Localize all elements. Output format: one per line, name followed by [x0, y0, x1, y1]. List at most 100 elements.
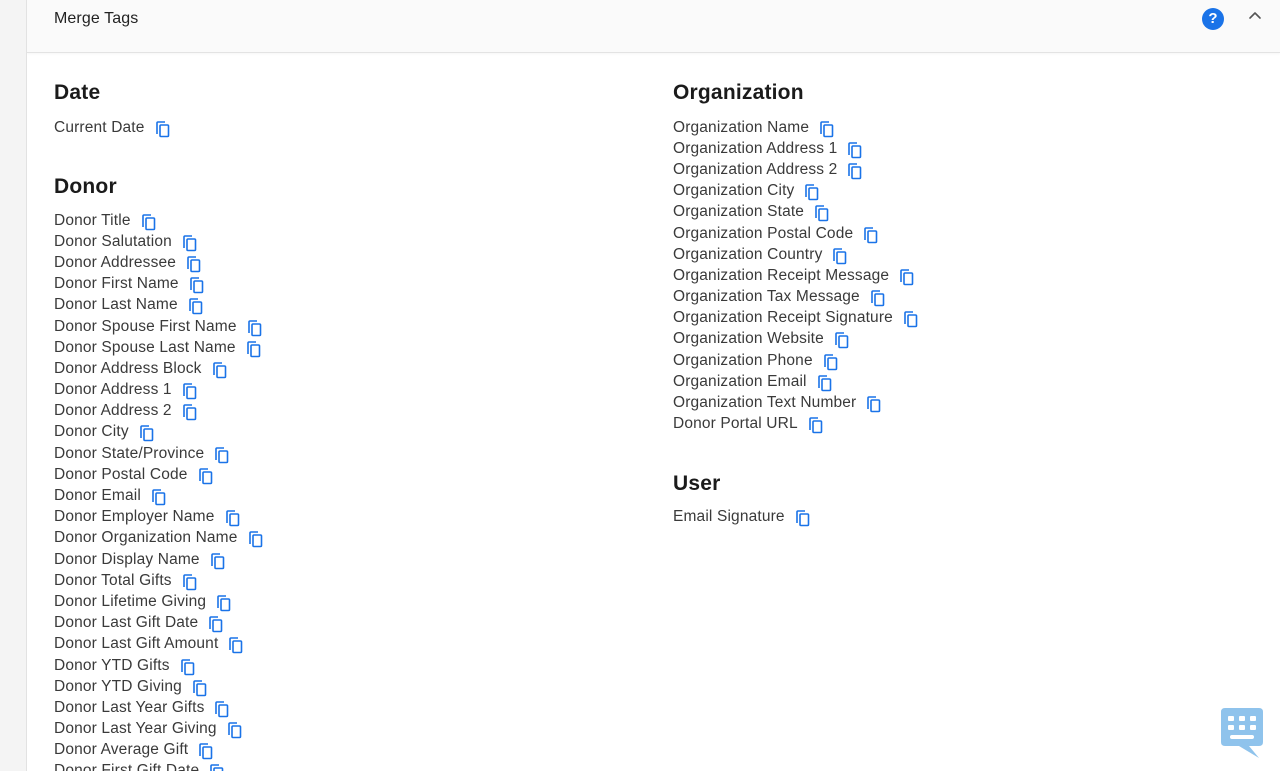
merge-tag-item: Current Date — [54, 117, 170, 138]
merge-tag-item: Donor YTD Gifts — [54, 655, 263, 676]
copy-icon[interactable] — [213, 700, 229, 718]
copy-icon[interactable] — [226, 721, 242, 739]
merge-tag-item: Donor Display Name — [54, 549, 263, 570]
copy-icon[interactable] — [869, 289, 885, 307]
copy-icon[interactable] — [898, 268, 914, 286]
copy-icon[interactable] — [807, 416, 823, 434]
copy-icon[interactable] — [227, 636, 243, 654]
panel-title: Merge Tags — [54, 10, 139, 27]
merge-tag-label: Organization Receipt Message — [673, 266, 890, 284]
question-circle-icon: ? — [1208, 10, 1218, 27]
copy-icon[interactable] — [181, 573, 197, 591]
merge-tag-item: Donor Address 2 — [54, 401, 263, 422]
section-heading-organization: Organization — [673, 81, 804, 104]
copy-icon[interactable] — [794, 509, 810, 527]
copy-icon[interactable] — [154, 120, 170, 138]
copy-icon[interactable] — [833, 331, 849, 349]
merge-tag-item: Donor Address 1 — [54, 380, 263, 401]
merge-tag-label: Donor YTD Giving — [54, 677, 182, 695]
merge-tag-label: Organization Website — [673, 330, 824, 348]
copy-icon[interactable] — [197, 467, 213, 485]
merge-tag-label: Donor YTD Gifts — [54, 656, 170, 674]
section-heading-user: User — [673, 472, 721, 495]
merge-tag-label: Donor Organization Name — [54, 529, 238, 547]
merge-tag-label: Donor Last Year Gifts — [54, 698, 205, 716]
copy-icon[interactable] — [224, 509, 240, 527]
collapse-button[interactable] — [1246, 7, 1264, 23]
copy-icon[interactable] — [846, 162, 862, 180]
merge-tag-label: Organization Phone — [673, 351, 813, 369]
copy-icon[interactable] — [816, 374, 832, 392]
merge-tag-item: Donor Last Year Gifts — [54, 697, 263, 718]
merge-tag-item: Donor Address Block — [54, 358, 263, 379]
merge-tag-item: Organization Phone — [673, 350, 918, 371]
copy-icon[interactable] — [209, 552, 225, 570]
merge-tag-item: Donor Spouse First Name — [54, 316, 263, 337]
copy-icon[interactable] — [822, 353, 838, 371]
copy-icon[interactable] — [138, 424, 154, 442]
merge-tag-label: Organization Country — [673, 245, 823, 263]
copy-icon[interactable] — [208, 763, 224, 771]
copy-icon[interactable] — [213, 446, 229, 464]
merge-tag-label: Donor Last Gift Date — [54, 614, 199, 632]
copy-icon[interactable] — [140, 213, 156, 231]
merge-tag-label: Organization State — [673, 203, 805, 221]
merge-tag-label: Donor Addressee — [54, 253, 177, 271]
merge-tag-item: Donor First Gift Date — [54, 761, 263, 771]
merge-tag-item: Donor Last Gift Amount — [54, 634, 263, 655]
copy-icon[interactable] — [245, 340, 261, 358]
merge-tag-label: Donor Display Name — [54, 550, 200, 568]
copy-icon[interactable] — [181, 403, 197, 421]
merge-tag-label: Organization Name — [673, 118, 810, 136]
copy-icon[interactable] — [902, 310, 918, 328]
copy-icon[interactable] — [246, 319, 262, 337]
merge-tag-item: Donor YTD Giving — [54, 676, 263, 697]
copy-icon[interactable] — [181, 382, 197, 400]
merge-tag-label: Organization Address 2 — [673, 160, 838, 178]
copy-icon[interactable] — [179, 658, 195, 676]
copy-icon[interactable] — [197, 742, 213, 760]
copy-icon[interactable] — [150, 488, 166, 506]
copy-icon[interactable] — [818, 120, 834, 138]
copy-icon[interactable] — [831, 247, 847, 265]
copy-icon[interactable] — [247, 530, 263, 548]
merge-tag-item: Organization City — [673, 181, 918, 202]
copy-icon[interactable] — [207, 615, 223, 633]
merge-tag-item: Organization Email — [673, 371, 918, 392]
merge-tag-label: Donor Spouse Last Name — [54, 338, 236, 356]
organization-tag-list: Organization Name Organization Address 1 O… — [673, 117, 918, 435]
section-heading-date: Date — [54, 81, 101, 104]
section-heading-donor: Donor — [54, 175, 117, 198]
panel-header[interactable]: Merge Tags ? — [27, 0, 1280, 53]
merge-tag-item: Organization Country — [673, 244, 918, 265]
merge-tag-item: Donor Salutation — [54, 231, 263, 252]
merge-tag-label: Donor Title — [54, 211, 131, 229]
copy-icon[interactable] — [185, 255, 201, 273]
merge-tag-item: Organization State — [673, 202, 918, 223]
copy-icon[interactable] — [188, 276, 204, 294]
merge-tag-label: Donor Last Name — [54, 296, 178, 314]
date-tag-list: Current Date — [54, 117, 170, 138]
copy-icon[interactable] — [862, 226, 878, 244]
copy-icon[interactable] — [865, 395, 881, 413]
merge-tag-label: Donor Postal Code — [54, 465, 188, 483]
chat-bubble-icon — [1221, 708, 1263, 758]
copy-icon[interactable] — [813, 204, 829, 222]
merge-tag-item: Organization Postal Code — [673, 223, 918, 244]
merge-tag-item: Donor Lifetime Giving — [54, 591, 263, 612]
copy-icon[interactable] — [211, 361, 227, 379]
merge-tag-item: Donor State/Province — [54, 443, 263, 464]
merge-tag-item: Organization Website — [673, 329, 918, 350]
merge-tag-label: Donor First Gift Date — [54, 762, 200, 771]
copy-icon[interactable] — [215, 594, 231, 612]
chat-widget-button[interactable] — [1219, 706, 1265, 762]
merge-tag-item: Organization Text Number — [673, 392, 918, 413]
copy-icon[interactable] — [181, 234, 197, 252]
help-button[interactable]: ? — [1202, 8, 1224, 30]
copy-icon[interactable] — [846, 141, 862, 159]
merge-tag-item: Donor Last Year Giving — [54, 719, 263, 740]
merge-tag-label: Donor City — [54, 423, 129, 441]
copy-icon[interactable] — [803, 183, 819, 201]
copy-icon[interactable] — [191, 679, 207, 697]
copy-icon[interactable] — [187, 297, 203, 315]
